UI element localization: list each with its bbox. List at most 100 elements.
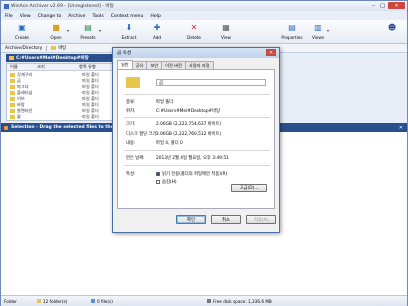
extract-button[interactable]: ⬇ Extract [116,22,142,43]
selection-icon [4,125,8,130]
menu-tools[interactable]: Tools [92,14,103,19]
folder-icon [10,109,15,113]
menu-view[interactable]: View [20,14,31,19]
location-value: C:#Users#Mel#Desktop#바탕 [156,109,221,114]
column-type[interactable]: 항목 유형 [79,64,96,70]
app-icon [4,3,9,9]
folder-icon [51,46,57,50]
column-name[interactable]: 이름 [10,64,18,70]
open-dropdown-icon[interactable]: ▾ [67,28,69,33]
status-bar: Folder 12 folder(s) 0 file(s) Free disk … [1,295,407,306]
type-label: 종류: [126,100,136,105]
location-label: 위치: [126,109,136,114]
disk-icon [207,299,211,303]
divider [124,165,270,166]
user-button[interactable]: ☻ [379,22,405,43]
menu-help[interactable]: Help [150,14,160,19]
size-on-disk-value: 2.06GB (2,222,760,512 바이트) [156,132,222,137]
status-panel: Folder [4,298,17,304]
tab-archive-directory[interactable]: Archive/Directory [1,45,48,51]
views-dropdown-icon[interactable]: ▾ [327,28,329,33]
folder-icon [10,73,15,77]
folder-icon [37,299,41,303]
attributes-label: 특성: [126,172,136,177]
ok-button[interactable]: 확인 [176,215,206,224]
folder-icon [10,85,15,89]
create-icon: ▣ [18,23,26,32]
folder-icon [10,91,15,95]
open-folder-icon: ■ [52,23,60,32]
minimize-button[interactable]: – [369,2,378,9]
status-disk: Free disk space: 1,336.6 MB [207,299,272,304]
divider [124,94,270,95]
view-icon: ▦ [222,23,230,32]
divider [124,117,270,118]
apply-button[interactable]: 적용(A) [246,215,276,224]
properties-icon: ▤ [288,23,296,32]
readonly-checkbox[interactable]: 읽기 전용(폴더의 파일에만 적용)(R) [156,171,227,177]
tab-current-folder[interactable]: 바탕 [47,45,70,51]
create-button[interactable]: ▣ Create [9,22,35,43]
created-value: 2013년 2월 4일 월요일, 오후 3:49:51 [156,156,229,161]
tab-general[interactable]: 일반 [117,60,133,69]
contents-label: 내용: [126,141,136,146]
presets-button[interactable]: ▤ Presets [75,22,101,43]
window-title: WinAce Archiver v2.69 - [Unregistered] -… [11,4,114,9]
delete-button[interactable]: ✕ Delete [181,22,207,43]
checkbox-icon [156,180,160,184]
presets-icon: ▤ [84,23,92,32]
size-value: 2.06GB (2,222,754,637 바이트) [156,122,222,127]
views-icon: ▥ [314,23,322,32]
add-button[interactable]: ✚ Add [144,22,170,43]
created-label: 만든 날짜: [126,156,145,161]
folder-icon [126,77,140,88]
menu-bar: File View Change to Archive Tools Contex… [1,12,407,20]
folder-name-input[interactable]: 곰 [156,79,266,86]
presets-dropdown-icon[interactable]: ▾ [99,28,101,33]
dialog-title-bar: 곰 속성 ✕ [113,48,279,58]
contents-value: 파일 4, 폴더 0 [156,141,183,146]
close-icon[interactable]: ✕ [399,125,403,131]
user-icon: ☻ [387,23,397,32]
folder-icon [10,115,15,119]
dialog-title: 곰 속성 [117,51,132,56]
tab-previous-versions[interactable]: 이전 버전 [161,61,186,69]
checkbox-indeterminate-icon [156,172,160,176]
divider [124,150,270,151]
toolbar: ▣ Create ■ Open ▾ ▤ Presets ▾ ⬇ Extract … [1,20,407,44]
folder-icon [10,79,15,83]
list-item[interactable]: 물 파일 폴더 [10,114,99,120]
extract-icon: ⬇ [125,23,133,32]
maximize-button[interactable]: □ [378,2,387,9]
dialog-close-button[interactable]: ✕ [266,49,276,56]
folder-icon [10,97,15,101]
menu-change-to[interactable]: Change to [38,14,62,19]
size-label: 크기: [126,122,136,127]
add-icon: ✚ [153,23,161,32]
file-icon [91,299,95,303]
folder-icon [9,56,14,60]
status-selection: 12 folder(s) [37,299,67,304]
size-on-disk-label: 디스크 할당 크기: [126,132,158,137]
column-size[interactable]: 크기 [37,64,45,70]
hidden-checkbox[interactable]: 숨김(H) [156,179,177,185]
dialog-tabs: 일반 공유 보안 이전 버전 사용자 지정 [117,60,214,69]
general-tab-panel: 곰 종류: 파일 폴더 위치: C:#Users#Mel#Desktop#바탕 … [117,69,275,209]
close-button[interactable]: ✕ [388,2,405,9]
properties-dialog: 곰 속성 ✕ 일반 공유 보안 이전 버전 사용자 지정 곰 종류: 파일 폴더… [112,47,280,233]
view-button[interactable]: ▦ View [213,22,239,43]
properties-button[interactable]: ▤ Properties [279,22,305,43]
delete-icon: ✕ [190,23,198,32]
menu-archive[interactable]: Archive [68,14,85,19]
tab-customize[interactable]: 사용자 지정 [184,61,214,69]
menu-context[interactable]: Context menu [111,14,144,19]
type-value: 파일 폴더 [156,100,174,105]
advanced-button[interactable]: 고급(D)... [231,184,267,192]
tab-security[interactable]: 보안 [146,61,163,69]
menu-file[interactable]: File [5,14,13,19]
open-button[interactable]: ■ Open [43,22,69,43]
tab-sharing[interactable]: 공유 [131,61,148,69]
status-files: 0 file(s) [91,299,113,304]
cancel-button[interactable]: 취소 [211,215,241,224]
file-list: 이름 크기 항목 유형 갓게구리 파일 폴더 곰 파일 폴더 마그다 파일 폴더 플래… [6,63,114,121]
